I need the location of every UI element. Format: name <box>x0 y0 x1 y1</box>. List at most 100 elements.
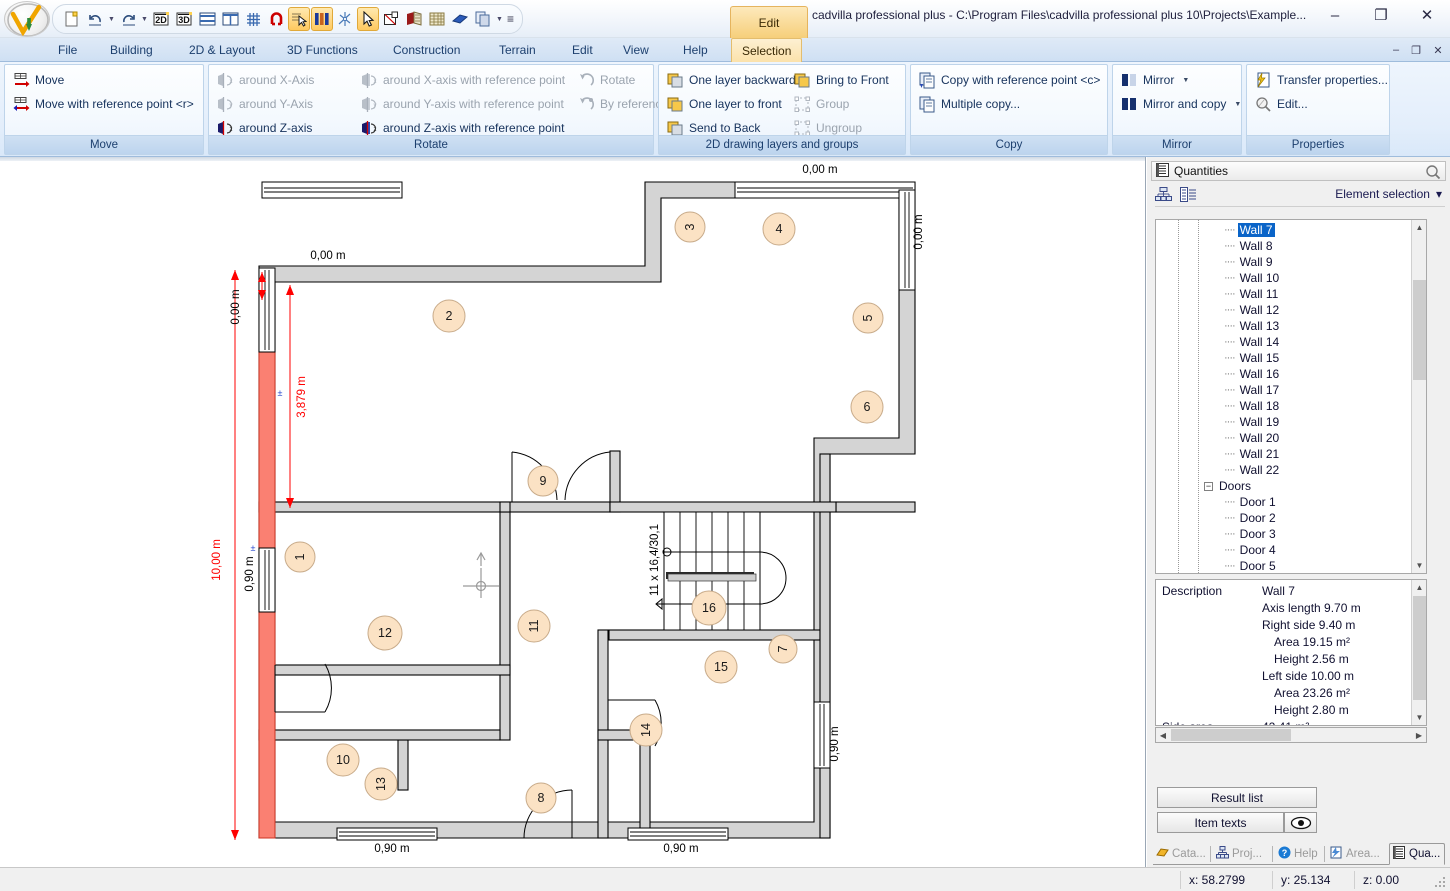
tree-vertical-scrollbar[interactable]: ▲ ▼ <box>1411 220 1426 573</box>
room-marker[interactable]: 8 <box>525 782 557 814</box>
scroll-thumb[interactable] <box>1413 596 1426 700</box>
tree-item[interactable]: ···· Wall 10 <box>1156 270 1426 286</box>
room-marker[interactable]: 3 <box>674 211 706 243</box>
element-selection-dropdown[interactable]: Element selection ▾ <box>1335 187 1442 201</box>
menu-tab-2d-layout[interactable]: 2D & Layout <box>179 38 265 62</box>
menu-tab-edit[interactable]: Edit <box>562 38 603 62</box>
panel-tab-area[interactable]: Area... <box>1327 843 1385 865</box>
view-2d-icon[interactable]: 2D <box>150 7 172 31</box>
ribbon-item-bring-to-front[interactable]: Bring to Front <box>792 69 891 91</box>
undo-icon[interactable] <box>84 7 106 31</box>
tree-item[interactable]: ···· Wall 7 <box>1156 222 1426 238</box>
panel-tab-qua[interactable]: Qua... <box>1389 843 1445 865</box>
room-marker[interactable]: 6 <box>850 390 884 424</box>
tree-item[interactable]: − Doors <box>1156 478 1426 494</box>
tree-item[interactable]: ···· Wall 17 <box>1156 382 1426 398</box>
window-minimize-button[interactable]: – <box>1312 0 1358 30</box>
ribbon-item-copy-with-reference-point-c[interactable]: Copy with reference point <c> <box>917 69 1102 91</box>
scroll-up-arrow-icon[interactable]: ▲ <box>1412 580 1426 595</box>
split-vertical-icon[interactable] <box>219 7 241 31</box>
scroll-up-arrow-icon[interactable]: ▲ <box>1412 220 1426 235</box>
chevron-down-icon[interactable]: ▾ <box>1436 187 1442 201</box>
tree-item[interactable]: ···· Wall 21 <box>1156 446 1426 462</box>
tree-item[interactable]: ···· Wall 8 <box>1156 238 1426 254</box>
room-marker[interactable]: 9 <box>527 465 559 497</box>
scroll-thumb[interactable] <box>1171 729 1291 741</box>
view-3d-icon[interactable]: 3D <box>173 7 195 31</box>
scroll-down-arrow-icon[interactable]: ▼ <box>1412 710 1426 725</box>
chevron-down-icon[interactable]: ▼ <box>1234 101 1241 108</box>
tree-item[interactable]: ···· Wall 9 <box>1156 254 1426 270</box>
tree-item[interactable]: ···· Wall 18 <box>1156 398 1426 414</box>
chevron-down-icon[interactable]: ▼ <box>1182 77 1189 84</box>
scroll-left-arrow-icon[interactable]: ◀ <box>1156 728 1170 742</box>
select-arrow-icon[interactable] <box>357 7 379 31</box>
ribbon-minimize-button[interactable]: – <box>1386 40 1406 60</box>
scroll-right-arrow-icon[interactable]: ▶ <box>1412 728 1426 742</box>
room-marker[interactable]: 16 <box>691 590 727 626</box>
menu-tab-view[interactable]: View <box>613 38 659 62</box>
tree-item[interactable]: ···· Wall 13 <box>1156 318 1426 334</box>
room-marker[interactable]: 14 <box>629 713 663 747</box>
roof-icon[interactable] <box>426 7 448 31</box>
tree-item[interactable]: ···· Wall 14 <box>1156 334 1426 350</box>
resize-grip[interactable] <box>1435 877 1447 889</box>
menu-tab-building[interactable]: Building <box>100 38 163 62</box>
result-list-button[interactable]: Result list <box>1157 787 1317 808</box>
slab-icon[interactable] <box>449 7 471 31</box>
ribbon-item-move[interactable]: Move <box>11 69 66 91</box>
tree-item[interactable]: ···· Door 5 <box>1156 558 1426 573</box>
intersection-snap-icon[interactable] <box>334 7 356 31</box>
ribbon-close-button[interactable]: ✕ <box>1428 40 1448 60</box>
room-marker[interactable]: 13 <box>364 767 398 801</box>
room-marker[interactable]: 5 <box>852 302 884 334</box>
tree-item[interactable]: ···· Wall 15 <box>1156 350 1426 366</box>
split-horizontal-icon[interactable] <box>196 7 218 31</box>
tree-item[interactable]: ···· Wall 11 <box>1156 286 1426 302</box>
room-marker[interactable]: 11 <box>517 609 551 643</box>
tree-item[interactable]: ···· Wall 19 <box>1156 414 1426 430</box>
ribbon-restore-button[interactable]: ❐ <box>1406 40 1426 60</box>
app-logo[interactable] <box>4 1 50 37</box>
drawing-canvas[interactable]: ± ±0,00 m 0,00 m 0,00 m 0,00 m 3,879 m 10,00 m… <box>0 157 1146 867</box>
menu-tab-construction[interactable]: Construction <box>383 38 470 62</box>
item-texts-button[interactable]: Item texts <box>1157 812 1284 833</box>
copy-dropdown-icon[interactable]: ▼ <box>495 7 504 31</box>
room-marker[interactable]: 4 <box>762 212 796 246</box>
menu-tab-selection[interactable]: Selection <box>731 38 803 62</box>
tree-item[interactable]: ···· Door 2 <box>1156 510 1426 526</box>
grid-icon[interactable] <box>242 7 264 31</box>
ribbon-item-mirror[interactable]: Mirror ▼ <box>1119 69 1191 91</box>
tree-item[interactable]: ···· Wall 12 <box>1156 302 1426 318</box>
room-marker[interactable]: 10 <box>326 743 360 777</box>
window-close-button[interactable]: ✕ <box>1404 0 1450 30</box>
menu-tab-file[interactable]: File <box>48 38 87 62</box>
ribbon-item-mirror-and-copy[interactable]: Mirror and copy ▼ <box>1119 93 1243 115</box>
ribbon-item-move-with-reference-point-r[interactable]: Move with reference point <r> <box>11 93 196 115</box>
menu-tab-terrain[interactable]: Terrain <box>489 38 546 62</box>
document-tab-edit[interactable]: Edit <box>730 6 808 38</box>
hierarchy-view-icon[interactable] <box>1155 186 1172 205</box>
panel-tab-help[interactable]: ? Help <box>1275 843 1323 865</box>
scroll-thumb[interactable] <box>1413 280 1426 380</box>
delete-object-icon[interactable] <box>380 7 402 31</box>
ribbon-item-one-layer-backwards[interactable]: One layer backwards <box>665 69 804 91</box>
guideline-icon[interactable] <box>311 7 333 31</box>
room-marker[interactable]: 15 <box>704 650 738 684</box>
room-marker[interactable]: 7 <box>768 634 798 664</box>
menu-tab-help[interactable]: Help <box>673 38 718 62</box>
room-marker[interactable]: 2 <box>432 299 466 333</box>
ribbon-item-transfer-properties[interactable]: Transfer properties... <box>1253 69 1390 91</box>
window-maximize-button[interactable]: ❐ <box>1358 0 1404 30</box>
copy-stack-icon[interactable] <box>472 7 494 31</box>
tree-expander-icon[interactable]: − <box>1204 481 1213 491</box>
room-marker[interactable]: 12 <box>367 615 403 651</box>
terrain-icon[interactable] <box>403 7 425 31</box>
redo-dropdown-icon[interactable]: ▼ <box>140 7 149 31</box>
undo-dropdown-icon[interactable]: ▼ <box>107 7 116 31</box>
scroll-down-arrow-icon[interactable]: ▼ <box>1412 558 1426 573</box>
tree-item[interactable]: ···· Door 1 <box>1156 494 1426 510</box>
element-tree[interactable]: ···· Wall 7 ···· Wall 8 ···· Wall 9 ···· Wall 1… <box>1155 219 1427 574</box>
floor-plan-drawing[interactable]: ± ±0,00 m 0,00 m 0,00 m 0,00 m 3,879 m 10,00 m… <box>0 157 1146 867</box>
ribbon-item-one-layer-to-front[interactable]: One layer to front <box>665 93 784 115</box>
